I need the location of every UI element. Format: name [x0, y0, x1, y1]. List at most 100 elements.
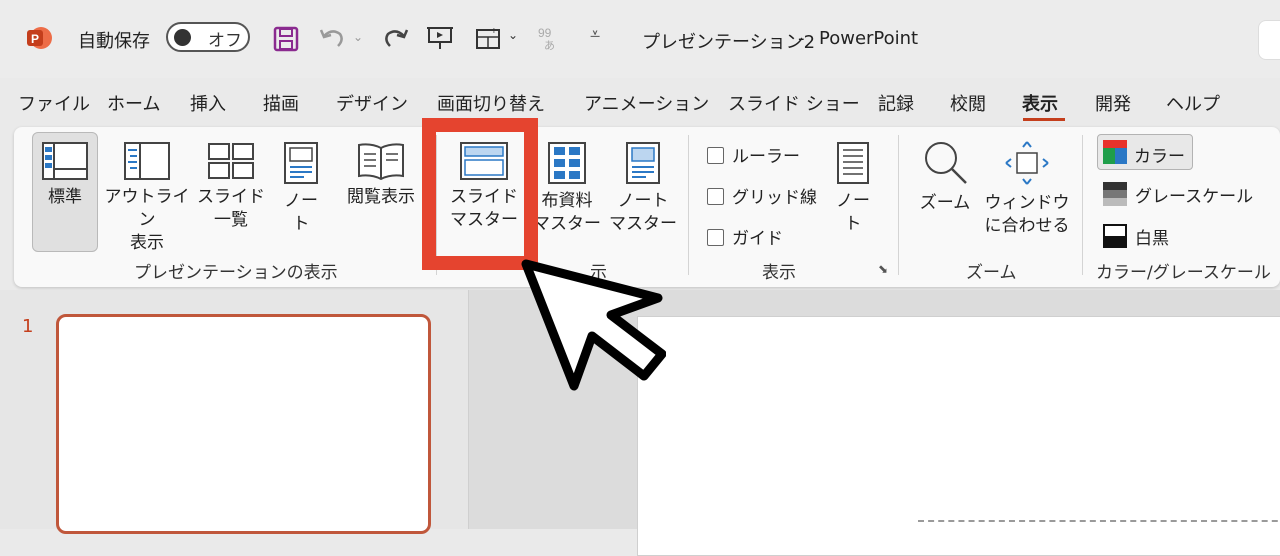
grayscale-button[interactable]: グレースケール	[1103, 180, 1253, 208]
customize-toolbar-icon[interactable]: ⩡	[590, 24, 600, 45]
notes-toggle-label-2: ト	[844, 214, 862, 234]
tab-transitions[interactable]: 画面切り替え	[437, 90, 545, 116]
notes-master-button[interactable]: ノート マスター	[608, 142, 678, 236]
reading-view-button[interactable]: 閲覧表示	[340, 142, 422, 209]
group-label-presentation-views: プレゼンテーションの表示	[134, 263, 338, 283]
quote-icon[interactable]: 99 あ	[536, 24, 564, 56]
slide-thumbnail[interactable]	[56, 314, 431, 534]
notes-page-button[interactable]: ノー ト	[276, 142, 326, 236]
checkbox-box	[707, 229, 724, 246]
gridlines-checkbox[interactable]: グリッド線	[707, 183, 817, 208]
ruler-checkbox[interactable]: ルーラー	[707, 142, 800, 167]
zoom-button[interactable]: ズーム	[914, 138, 976, 215]
tab-design[interactable]: デザイン	[336, 90, 408, 116]
reading-view-icon	[358, 143, 404, 180]
group-label-zoom: ズーム	[966, 263, 1017, 283]
tab-view[interactable]: 表示	[1022, 90, 1058, 116]
pointer-arrow-icon	[516, 258, 667, 402]
notes-master-label-2: マスター	[609, 214, 677, 234]
tab-animations[interactable]: アニメーション	[584, 90, 709, 116]
redo-icon[interactable]	[382, 24, 410, 56]
notes-page-icon	[284, 142, 318, 184]
autosave-label: 自動保存	[78, 31, 150, 52]
black-and-white-icon	[1103, 224, 1127, 248]
layout-dropdown-icon[interactable]: ⌄	[508, 28, 518, 42]
tab-insert[interactable]: 挿入	[190, 90, 226, 116]
notes-page-label-1: ノー	[284, 191, 318, 211]
guides-label: ガイド	[732, 229, 783, 249]
ruler-label: ルーラー	[732, 147, 800, 167]
color-label: カラー	[1134, 147, 1185, 167]
slide-sorter-label-2: 一覧	[214, 210, 248, 230]
outline-view-button[interactable]: アウトライン 表示	[104, 142, 190, 255]
checkbox-box	[707, 147, 724, 164]
active-tab-indicator	[1023, 118, 1065, 121]
autosave-toggle[interactable]: オフ	[166, 22, 250, 52]
zoom-icon	[925, 142, 967, 184]
dialog-launcher-icon[interactable]: ⬊	[878, 262, 888, 276]
tab-help[interactable]: ヘルプ	[1166, 90, 1220, 116]
tab-review[interactable]: 校閲	[950, 90, 986, 116]
black-and-white-label: 白黒	[1135, 229, 1169, 249]
notes-toggle-button[interactable]: ノー ト	[828, 142, 878, 236]
group-label-show: 表示	[762, 263, 796, 283]
document-title: プレゼンテーション2	[642, 32, 816, 53]
tab-draw[interactable]: 描画	[263, 90, 299, 116]
slide-sorter-icon	[208, 143, 254, 179]
powerpoint-logo-icon: P	[26, 25, 52, 51]
notes-master-icon	[626, 142, 660, 184]
highlight-box	[422, 118, 538, 270]
presentation-from-start-icon[interactable]	[426, 25, 454, 55]
fit-to-window-icon	[1005, 141, 1049, 185]
undo-dropdown-icon[interactable]: ⌄	[353, 30, 363, 44]
gridlines-label: グリッド線	[732, 188, 817, 208]
color-icon	[1103, 140, 1127, 164]
svg-text:+: +	[491, 26, 497, 37]
svg-text:あ: あ	[544, 39, 555, 52]
svg-text:99: 99	[538, 26, 552, 40]
grayscale-label: グレースケール	[1135, 187, 1254, 207]
tab-record[interactable]: 記録	[878, 90, 914, 116]
group-label-color-grayscale: カラー/グレースケール	[1096, 263, 1271, 283]
ribbon-separator	[688, 135, 689, 275]
layout-icon[interactable]: +	[475, 25, 503, 55]
tab-slideshow[interactable]: スライド ショー	[728, 90, 860, 116]
fit-to-window-label-1: ウィンドウ	[984, 193, 1070, 213]
undo-icon[interactable]	[318, 24, 346, 56]
outline-view-label-1: アウトライン	[104, 187, 190, 230]
handout-master-icon	[548, 142, 586, 184]
guides-checkbox[interactable]: ガイド	[707, 224, 783, 249]
normal-view-content: 標準	[34, 142, 96, 209]
tab-developer[interactable]: 開発	[1095, 90, 1131, 116]
notes-page-label-2: ト	[292, 214, 310, 234]
tab-home[interactable]: ホーム	[107, 90, 160, 116]
handout-master-label-2: マスター	[533, 214, 601, 234]
checkbox-box	[707, 188, 724, 205]
zoom-label: ズーム	[919, 193, 971, 213]
app-name: PowerPoint	[819, 28, 919, 49]
ribbon-separator	[1082, 135, 1083, 275]
title-separator: -	[798, 28, 805, 49]
fit-to-window-label-2: に合わせる	[984, 216, 1070, 236]
slide-sorter-label-1: スライド	[197, 187, 265, 207]
notes-icon	[837, 142, 869, 184]
handout-master-button[interactable]: 布資料 マスター	[532, 142, 602, 236]
black-and-white-button[interactable]: 白黒	[1103, 222, 1203, 250]
reading-view-label: 閲覧表示	[347, 187, 415, 207]
grayscale-icon	[1103, 182, 1127, 206]
svg-text:P: P	[31, 32, 39, 46]
autosave-state: オフ	[208, 31, 242, 51]
search-box[interactable]	[1258, 20, 1280, 60]
slide-sorter-button[interactable]: スライド 一覧	[196, 142, 266, 232]
tab-file[interactable]: ファイル	[18, 90, 90, 116]
fit-to-window-button[interactable]: ウィンドウ に合わせる	[984, 140, 1070, 238]
save-icon[interactable]	[273, 26, 299, 56]
text-placeholder[interactable]	[918, 520, 1280, 542]
outline-view-label-2: 表示	[130, 233, 164, 253]
notes-master-label-1: ノート	[617, 191, 669, 211]
toggle-knob	[174, 29, 191, 46]
normal-view-label: 標準	[48, 187, 82, 207]
normal-view-icon	[42, 142, 88, 180]
ribbon-separator	[898, 135, 899, 275]
slide-number: 1	[22, 316, 34, 337]
